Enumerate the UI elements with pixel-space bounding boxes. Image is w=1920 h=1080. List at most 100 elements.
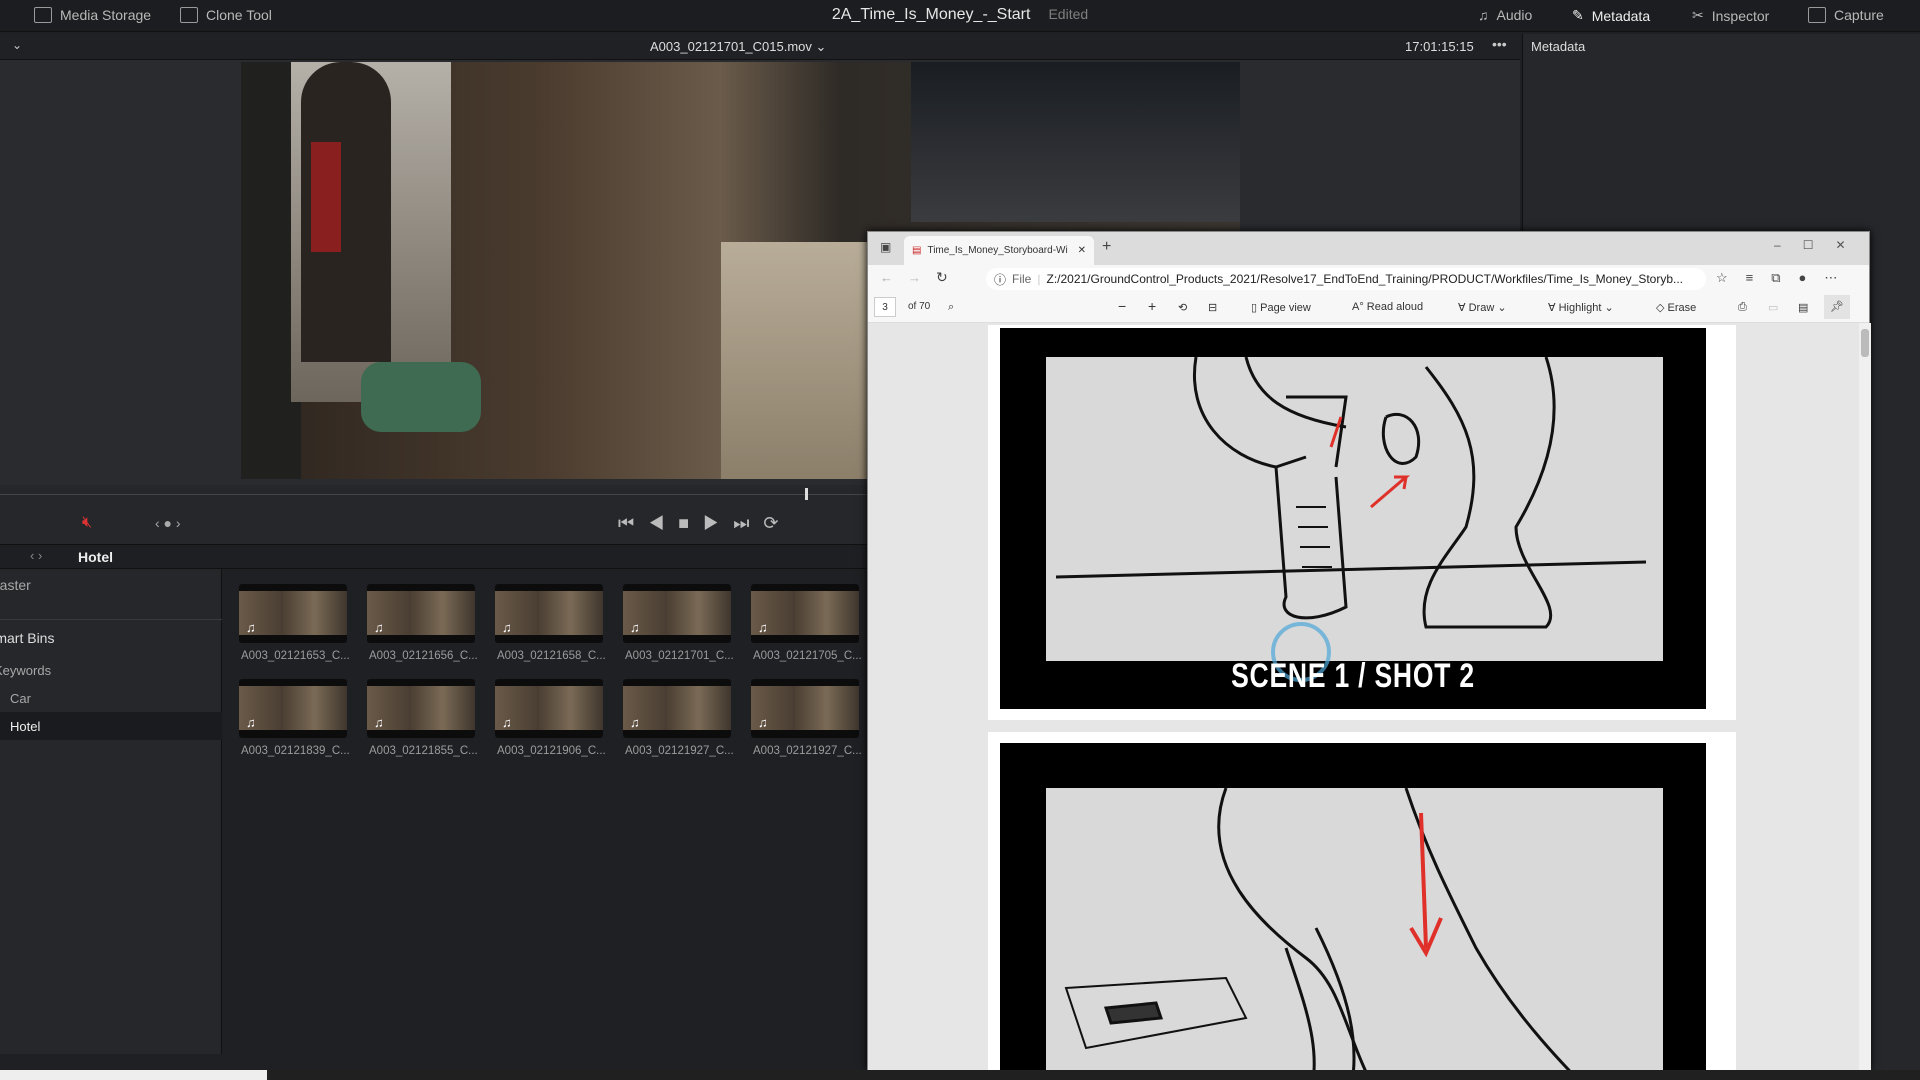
back-icon[interactable]: ← xyxy=(880,270,893,285)
highlight-label: Highlight xyxy=(1558,302,1602,314)
favorites-icon[interactable]: ≡ xyxy=(1746,270,1772,285)
mute-icon[interactable]: 🔇︎ xyxy=(82,514,92,532)
capture-button[interactable]: Capture xyxy=(1808,7,1884,23)
audio-icon: ♫ xyxy=(374,620,384,635)
fit-page-icon[interactable]: ⊟ xyxy=(1208,301,1217,314)
zoom-in-icon[interactable]: + xyxy=(1148,298,1156,314)
tab-actions-icon[interactable]: ▣ xyxy=(880,240,891,254)
scrubber-track[interactable] xyxy=(0,494,867,495)
maximize-icon[interactable]: ☐ xyxy=(1803,238,1836,252)
url-scheme: File xyxy=(1012,272,1032,286)
audio-icon: ♫ xyxy=(246,715,256,730)
nav-back-forward[interactable]: ‹ › xyxy=(30,548,42,563)
music-note-icon: ♫ xyxy=(1478,7,1489,23)
audio-label: Audio xyxy=(1496,7,1533,23)
clip-name: A003_02121927_C... xyxy=(625,745,734,757)
new-tab-icon[interactable]: + xyxy=(1102,238,1111,256)
pdf-icon: ▤ xyxy=(912,245,922,256)
search-icon[interactable]: ⌕ xyxy=(948,301,954,314)
window-controls[interactable]: –☐✕ xyxy=(1774,238,1868,252)
reverse-icon[interactable]: ◀ xyxy=(648,513,678,533)
jog-control[interactable]: ‹ ● › xyxy=(155,515,181,531)
clip-thumbnail[interactable]: ♫ xyxy=(367,584,475,643)
clip-thumbnail[interactable]: ♫ xyxy=(495,584,603,643)
clip-thumbnail[interactable]: ♫ xyxy=(367,679,475,738)
clip-thumbnail[interactable]: ♫ xyxy=(751,679,859,738)
clip-name: A003_02121839_C... xyxy=(241,745,350,757)
save-as-icon[interactable]: ▤ xyxy=(1798,301,1808,314)
sidebar-item-master[interactable]: Master xyxy=(0,577,31,593)
favorite-icon[interactable]: ☆ xyxy=(1716,270,1746,285)
transport-bar: 🔇︎ ‹ ● › ⏮◀■▶⏭⟳ xyxy=(0,485,867,545)
audio-icon: ♫ xyxy=(758,715,768,730)
edit-status: Edited xyxy=(1048,6,1089,22)
inspector-button[interactable]: ✂ Inspector xyxy=(1692,7,1769,24)
address-bar[interactable]: ⓘ File | Z:/2021/GroundControl_Products_202… xyxy=(986,268,1706,290)
play-icon[interactable]: ▶ xyxy=(703,513,733,533)
clip-thumbnail[interactable]: ♫ xyxy=(623,679,731,738)
clip-name: A003_02121906_C... xyxy=(497,745,606,757)
clip-thumbnail[interactable]: ♫ xyxy=(239,679,347,738)
scrollbar[interactable] xyxy=(1859,323,1871,1071)
skip-end-icon[interactable]: ⏭ xyxy=(733,513,763,533)
page-view-button[interactable]: ▯ Page view xyxy=(1251,301,1311,314)
collections-icon[interactable]: ⧉ xyxy=(1771,270,1798,285)
browser-toolbar-icons[interactable]: ☆≡⧉●⋯ xyxy=(1716,270,1855,286)
read-aloud-button[interactable]: A° Read aloud xyxy=(1352,301,1423,313)
highlight-button[interactable]: ∀ Highlight ⌄ xyxy=(1548,301,1614,314)
storyboard-sketch xyxy=(1046,787,1663,1071)
page-number-input[interactable]: 3 xyxy=(874,297,896,317)
chevron-down-icon[interactable]: ⌄ xyxy=(12,38,22,52)
more-icon[interactable]: ⋯ xyxy=(1824,270,1855,285)
rotate-icon[interactable]: ⟲ xyxy=(1178,301,1187,314)
erase-label: Erase xyxy=(1667,302,1697,314)
close-tab-icon[interactable]: ✕ xyxy=(1078,245,1086,256)
playhead[interactable] xyxy=(805,488,808,500)
pdf-viewer[interactable]: SCENE 1 / SHOT 2 xyxy=(868,323,1871,1071)
audio-icon: ♫ xyxy=(246,620,256,635)
forward-icon[interactable]: → xyxy=(908,270,921,285)
profile-icon[interactable]: ● xyxy=(1799,270,1825,285)
draw-button[interactable]: ∀ Draw ⌄ xyxy=(1458,301,1507,314)
browser-tab[interactable]: ▤ Time_Is_Money_Storyboard-Wi ✕ xyxy=(904,236,1094,265)
metadata-label: Metadata xyxy=(1591,7,1651,24)
clip-thumbnail[interactable]: ♫ xyxy=(751,584,859,643)
audio-button[interactable]: ♫ Audio xyxy=(1478,7,1532,23)
clip-thumbnail[interactable]: ♫ xyxy=(623,584,731,643)
minimize-icon[interactable]: – xyxy=(1774,238,1803,252)
clip-name: A003_02121656_C... xyxy=(369,650,478,662)
loop-icon[interactable]: ⟳ xyxy=(763,513,792,533)
clip-thumbnail[interactable]: ♫ xyxy=(239,584,347,643)
capture-label: Capture xyxy=(1834,7,1884,23)
storyboard-frame: SCENE 1 / SHOT 2 xyxy=(1000,328,1706,709)
clip-name-dropdown[interactable]: A003_02121701_C015.mov ⌄ xyxy=(650,39,826,55)
top-toolbar: Media Storage Clone Tool 2A_Time_Is_Mone… xyxy=(0,0,1920,32)
taskbar-search[interactable] xyxy=(0,1070,267,1080)
clip-thumbnail[interactable]: ♫ xyxy=(495,679,603,738)
clip-name: A003_02121701_C... xyxy=(625,650,734,662)
taskbar xyxy=(0,1070,1920,1080)
close-window-icon[interactable]: ✕ xyxy=(1835,238,1867,252)
sidebar-item-smart-bins[interactable]: Smart Bins xyxy=(0,630,54,646)
sidebar-item-hotel-label: Hotel xyxy=(10,719,41,734)
refresh-icon[interactable]: ↻ xyxy=(936,269,948,286)
skip-start-icon[interactable]: ⏮ xyxy=(618,513,648,533)
sidebar-item-car[interactable]: Car xyxy=(10,691,31,706)
save-icon[interactable]: ▭ xyxy=(1768,301,1778,314)
playback-controls[interactable]: ⏮◀■▶⏭⟳ xyxy=(618,513,793,534)
zoom-out-icon[interactable]: − xyxy=(1118,298,1126,314)
sidebar-item-hotel[interactable]: Hotel xyxy=(0,712,222,740)
pin-toolbar-icon[interactable]: 📌︎ xyxy=(1824,295,1850,319)
pdf-page: SCENE 1 / SHOT 2 xyxy=(988,325,1736,720)
clip-name: A003_02121927_C... xyxy=(753,745,862,757)
stop-icon[interactable]: ■ xyxy=(678,513,703,533)
erase-button[interactable]: ◇ Erase xyxy=(1656,301,1696,314)
capture-icon xyxy=(1808,7,1826,23)
more-options-icon[interactable]: ••• xyxy=(1492,36,1507,52)
sidebar-item-keywords[interactable]: Keywords xyxy=(0,663,51,678)
metadata-button[interactable]: ✎ Metadata xyxy=(1572,7,1650,24)
print-icon[interactable]: ⎙ xyxy=(1738,301,1747,314)
page-total: of 70 xyxy=(908,301,931,312)
viewer-header: ⌄ A003_02121701_C015.mov ⌄ 17:01:15:15 •… xyxy=(0,34,1520,60)
bin-header: ‹ › Hotel xyxy=(0,544,867,569)
